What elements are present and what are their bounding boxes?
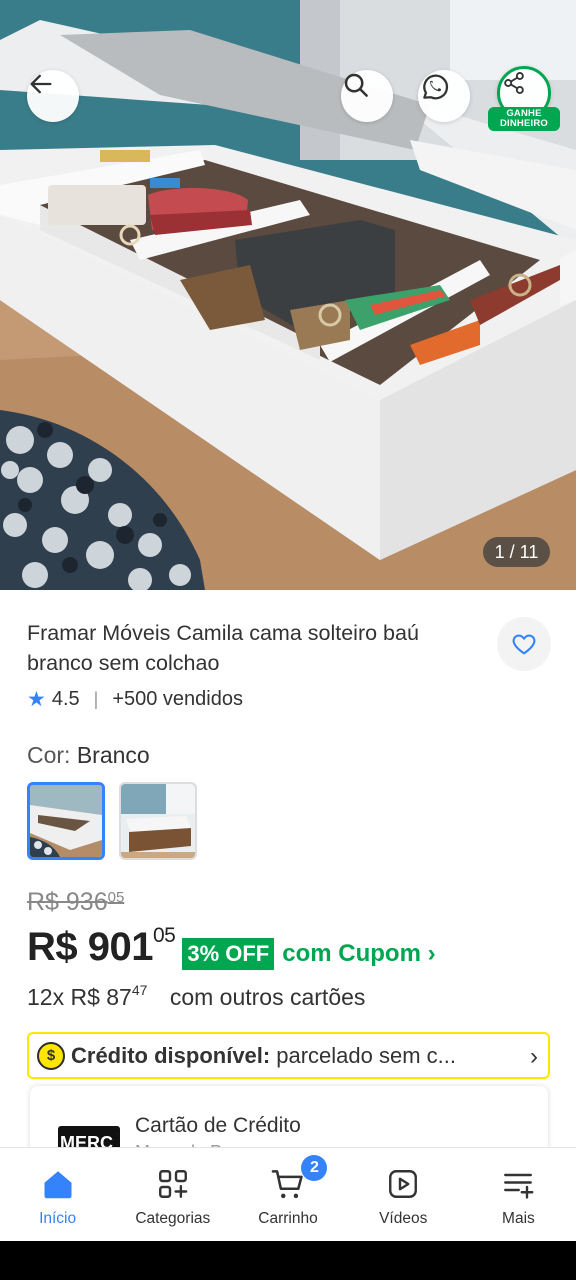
price-row: R$ 90105 3% OFF com Cupom › [27, 924, 436, 976]
nav-label: Vídeos [379, 1210, 428, 1227]
coupon-text: com Cupom [282, 940, 421, 967]
installment-main: 12x R$ 87 [27, 984, 132, 1010]
current-price: R$ 90105 [27, 924, 176, 976]
payment-method-card[interactable]: MERC Cartão de Crédito Mercado Pago [30, 1086, 548, 1156]
arrow-left-icon [30, 74, 52, 94]
nav-label: Início [39, 1210, 77, 1227]
nav-item-videos[interactable]: Vídeos [346, 1148, 461, 1241]
color-swatch-branco[interactable] [27, 782, 105, 860]
current-price-cents: 05 [152, 924, 176, 947]
original-price-cents: 05 [107, 888, 125, 906]
nav-label: Carrinho [258, 1210, 318, 1227]
product-title: Framar Móveis Camila cama solteiro baú b… [27, 621, 419, 675]
whatsapp-share-button[interactable] [418, 70, 470, 122]
video-icon [389, 1170, 418, 1198]
nav-label: Categorias [135, 1210, 211, 1227]
discount-badge: 3% OFF [182, 938, 275, 970]
current-price-main: R$ 901 [27, 925, 153, 969]
color-value: Branco [76, 742, 150, 768]
product-photo [0, 0, 576, 590]
original-price-main: R$ 936 [27, 888, 108, 916]
installment-note: com outros cartões [169, 984, 366, 1010]
color-swatch-alt[interactable] [119, 782, 197, 860]
installments-row[interactable]: 12x R$ 8747 com outros cartões [27, 982, 366, 1011]
cart-count-badge: 2 [301, 1155, 328, 1181]
swatch-image [121, 784, 195, 858]
credit-title: Crédito disponível: [71, 1042, 271, 1068]
nav-item-carrinho[interactable]: 2 Carrinho [230, 1148, 345, 1241]
product-image-gallery[interactable]: GANHE DINHEIRO 1 / 11 [0, 0, 576, 590]
chevron-right-icon: › [530, 1043, 538, 1070]
chevron-right-icon: › [427, 940, 436, 967]
installment-cents: 47 [131, 982, 148, 998]
nav-label: Mais [502, 1210, 535, 1227]
rating-row[interactable]: ★ 4.5 | +500 vendidos [27, 685, 243, 713]
bottom-navigation: Início Categorias 2 Carrinho Vídeos Mais [0, 1147, 576, 1241]
color-selector-label: Cor: Branco [27, 742, 150, 769]
coupon-link[interactable]: com Cupom › [282, 940, 435, 968]
search-icon [344, 73, 368, 97]
heart-icon [512, 634, 536, 655]
star-icon: ★ [27, 687, 46, 711]
credit-text: parcelado sem c... [276, 1042, 456, 1068]
swatch-image [30, 785, 102, 857]
menu-plus-icon [504, 1173, 534, 1199]
home-icon [44, 1171, 72, 1199]
share-icon [504, 72, 524, 94]
rating-value: 4.5 [51, 687, 80, 710]
divider: | [93, 688, 99, 709]
categories-icon [158, 1170, 188, 1198]
sold-count: +500 vendidos [112, 687, 243, 710]
search-button[interactable] [341, 70, 393, 122]
original-price: R$ 93605 [27, 888, 124, 917]
card-title: Cartão de Crédito [135, 1114, 301, 1137]
earn-badge-line2: DINHEIRO [499, 118, 549, 129]
coin-icon: $ [37, 1041, 65, 1070]
nav-item-categorias[interactable]: Categorias [115, 1148, 230, 1241]
nav-item-inicio[interactable]: Início [0, 1148, 115, 1241]
back-button[interactable] [27, 70, 79, 122]
credit-available-banner[interactable]: $ Crédito disponível: parcelado sem c...… [27, 1032, 550, 1079]
earn-money-badge[interactable]: GANHE DINHEIRO [488, 107, 560, 131]
favorite-button[interactable] [497, 617, 551, 671]
installment-amount: 12x R$ 8747 [27, 982, 148, 1010]
image-counter: 1 / 11 [483, 537, 550, 567]
system-navigation-bar [0, 1241, 576, 1280]
nav-item-mais[interactable]: Mais [461, 1148, 576, 1241]
color-label: Cor: [27, 742, 71, 768]
whatsapp-icon [423, 74, 449, 100]
